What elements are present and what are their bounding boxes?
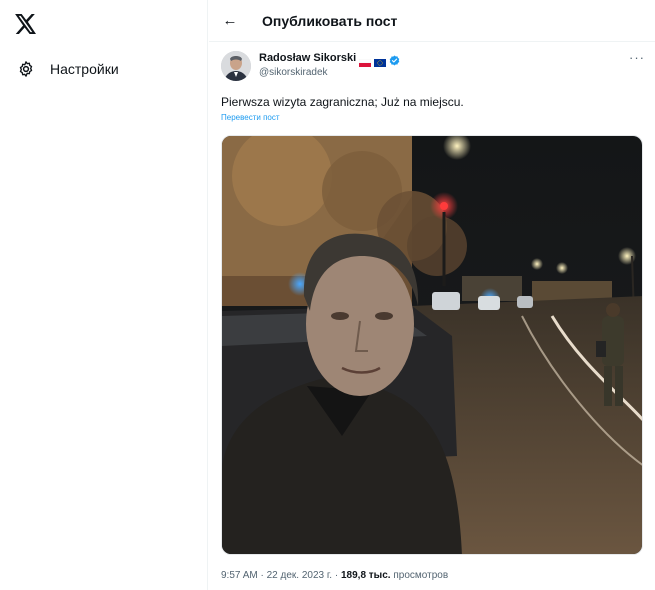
- post-photo[interactable]: [221, 135, 643, 555]
- views-label: просмотров: [393, 570, 449, 581]
- post-author: Radosław Sikorski @sikorskiradek ···: [221, 50, 645, 86]
- main-column: ← Опубликовать пост Radosław Sikorski @s…: [209, 0, 655, 590]
- meta-separator: ·: [260, 570, 264, 581]
- translate-post-link[interactable]: Перевести пост: [221, 113, 280, 122]
- author-handle[interactable]: @sikorskiradek: [259, 67, 328, 78]
- sidebar-item-settings[interactable]: Настройки: [10, 54, 125, 84]
- views-count: 189,8 тыс.: [340, 570, 391, 581]
- back-button[interactable]: ←: [219, 9, 241, 31]
- verified-badge-icon: [389, 53, 400, 66]
- arrow-left-icon: ←: [222, 11, 238, 29]
- poland-flag-icon: [359, 54, 372, 67]
- more-horizontal-icon: ···: [629, 50, 645, 65]
- author-name-line: Radosław Sikorski: [259, 52, 400, 67]
- gear-icon: [16, 59, 36, 79]
- author-name[interactable]: Radosław Sikorski: [259, 52, 356, 64]
- page-header: ← Опубликовать пост: [209, 0, 655, 42]
- post-time[interactable]: 9:57 AM: [221, 570, 258, 581]
- more-button[interactable]: ···: [629, 50, 645, 65]
- post-date[interactable]: 22 дек. 2023 г.: [267, 570, 332, 581]
- eu-flag-icon: [374, 54, 387, 67]
- post-meta: 9:57 AM · 22 дек. 2023 г. · 189,8 тыс. п…: [221, 570, 448, 581]
- avatar[interactable]: [221, 51, 251, 81]
- meta-separator: ·: [334, 570, 339, 581]
- post-text: Pierwsza wizyta zagraniczna; Już na miej…: [221, 95, 464, 109]
- x-logo-icon[interactable]: [14, 12, 38, 36]
- page-title: Опубликовать пост: [262, 13, 398, 29]
- sidebar: Настройки: [0, 0, 208, 590]
- sidebar-item-label: Настройки: [50, 61, 119, 77]
